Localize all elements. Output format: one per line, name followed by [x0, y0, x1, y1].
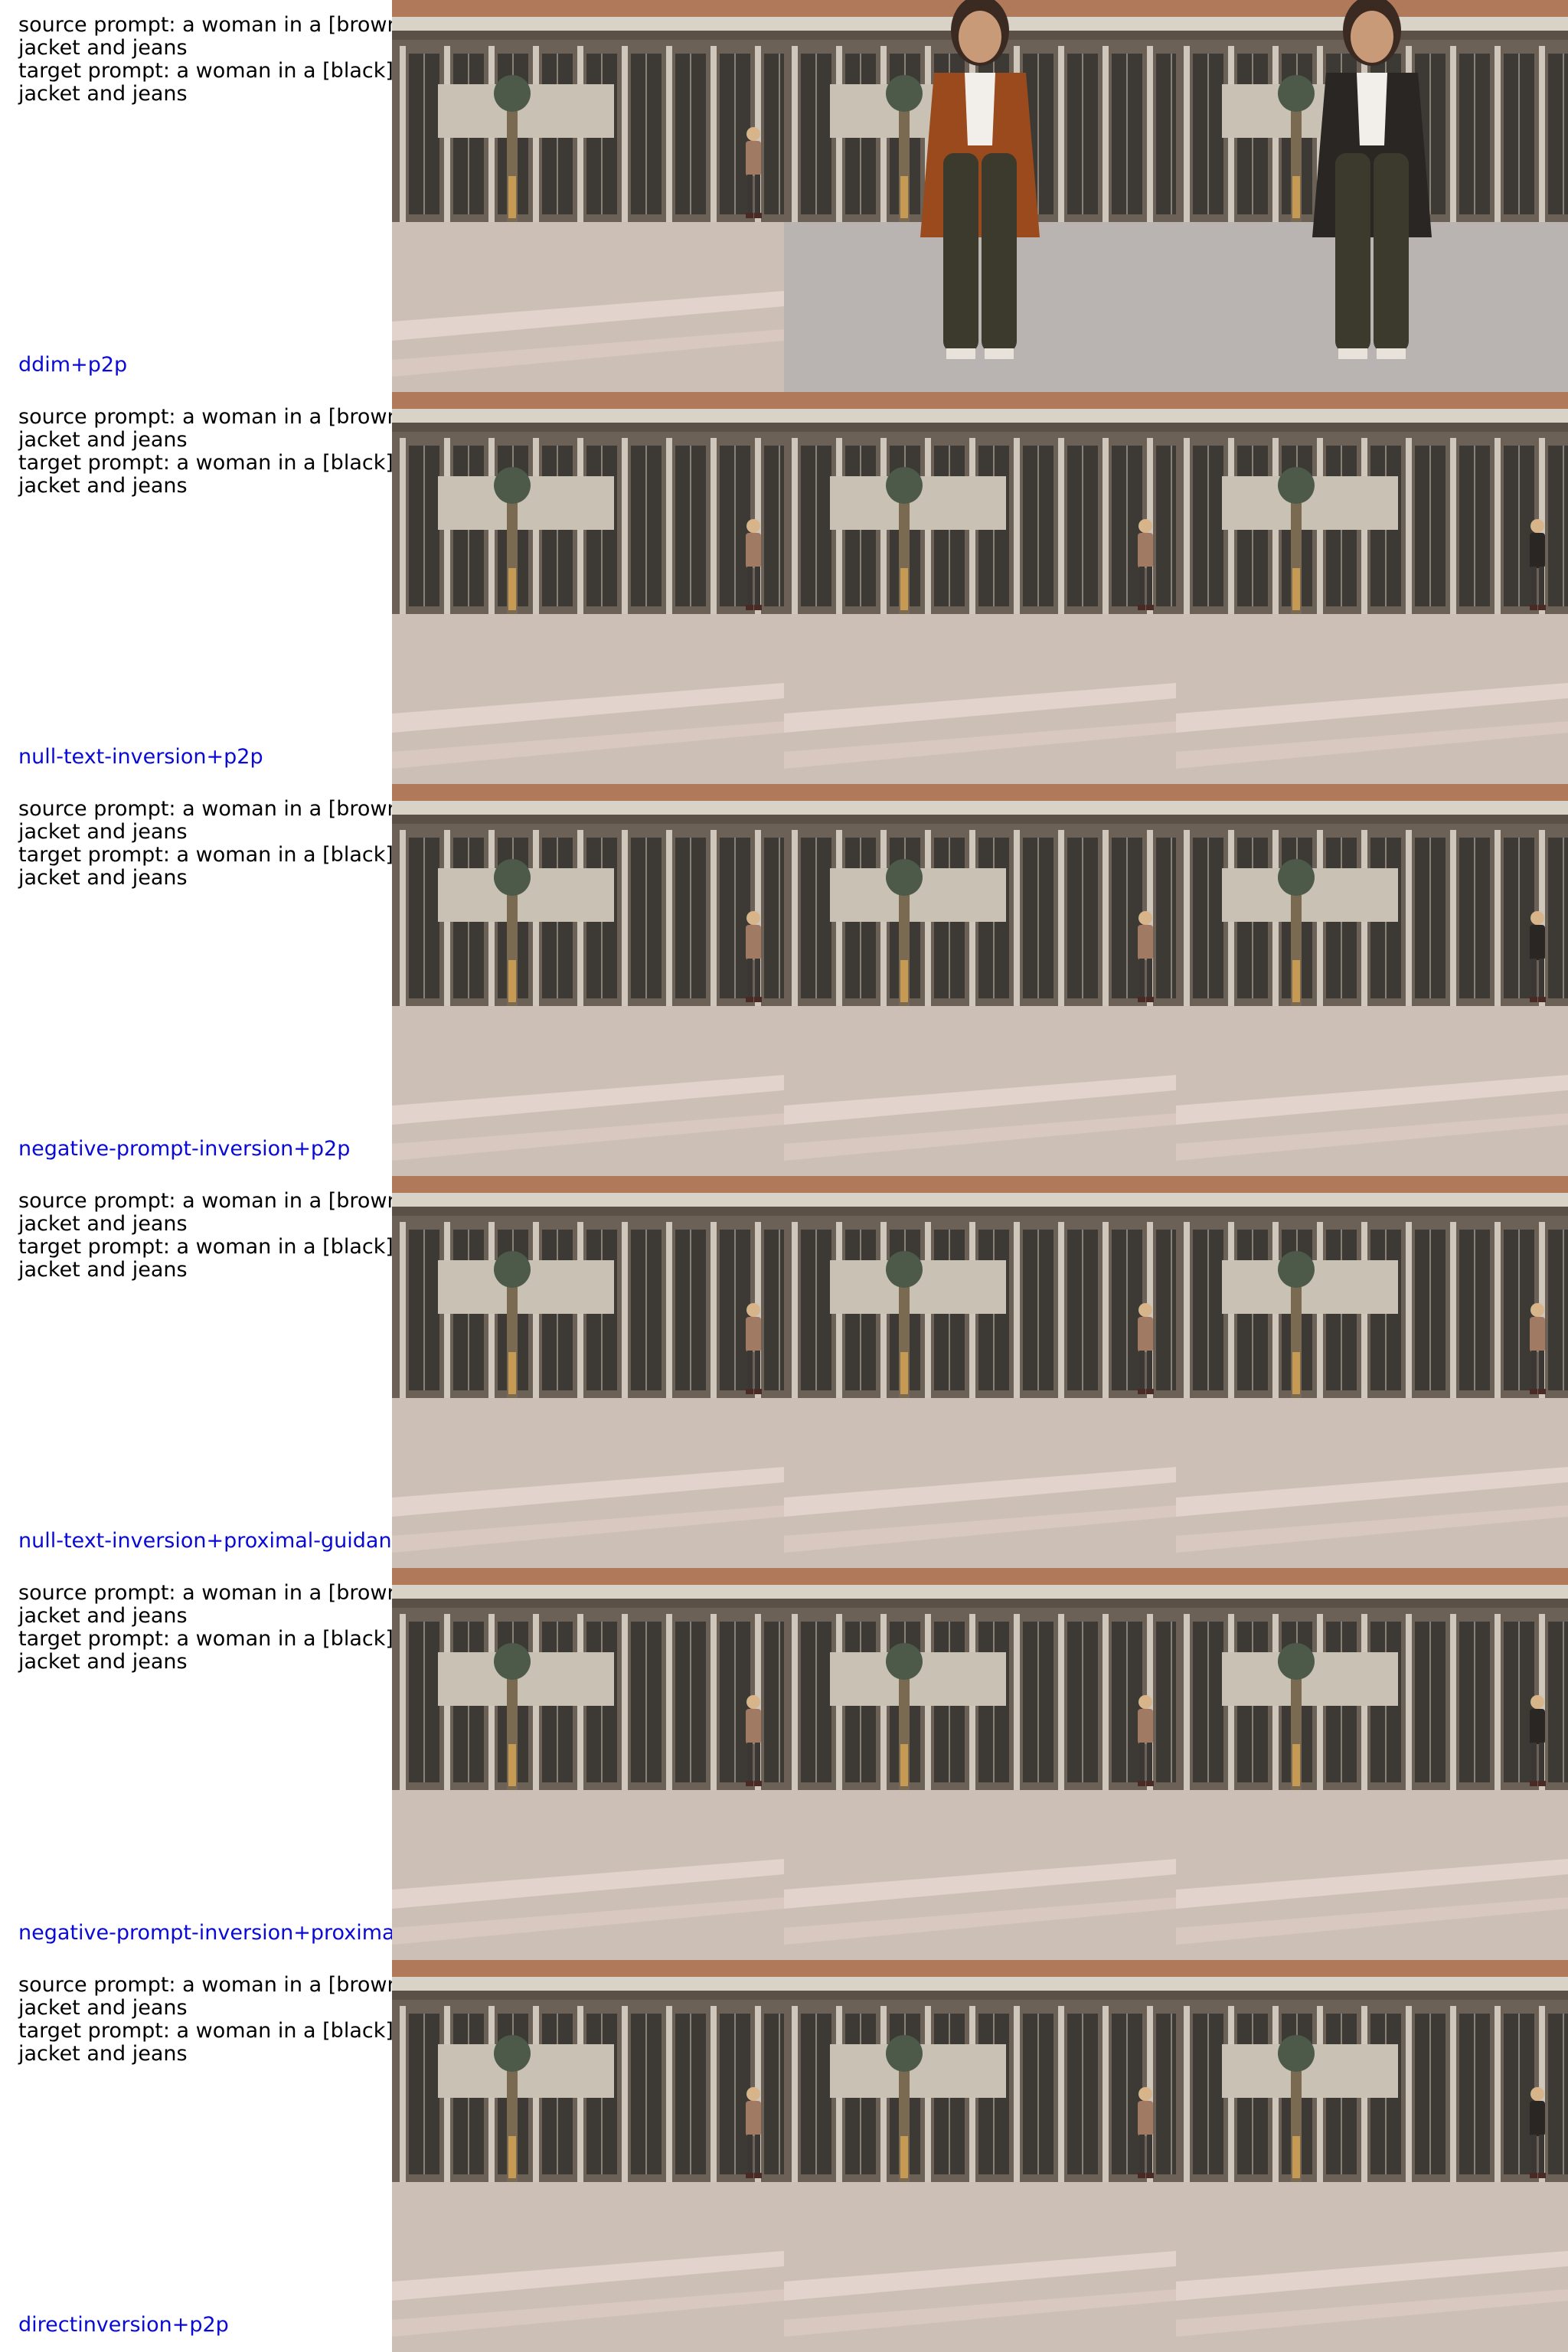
method-label: negative-prompt-inversion+p2p	[18, 1137, 351, 1161]
method-label: directinversion+p2p	[18, 2313, 229, 2337]
prompt-text: source prompt: a woman in a [brown] jack…	[18, 405, 392, 498]
source-prompt-line2: jacket and jeans	[18, 428, 188, 452]
method-row: source prompt: a woman in a [brown] jack…	[0, 1960, 1568, 2352]
reconstruction-image	[784, 784, 1176, 1176]
reconstruction-image	[784, 392, 1176, 784]
source-image	[392, 784, 784, 1176]
row-caption: source prompt: a woman in a [brown] jack…	[0, 0, 392, 392]
edited-image	[1176, 0, 1568, 392]
target-prompt-line2: jacket and jeans	[18, 474, 188, 498]
method-row: source prompt: a woman in a [brown] jack…	[0, 392, 1568, 784]
source-image	[392, 1960, 784, 2352]
target-prompt-line1: target prompt: a woman in a [black]	[18, 59, 392, 83]
source-image	[392, 1176, 784, 1568]
prompt-text: source prompt: a woman in a [brown] jack…	[18, 797, 392, 890]
prompt-text: source prompt: a woman in a [brown] jack…	[18, 13, 392, 106]
method-label: ddim+p2p	[18, 353, 128, 377]
reconstruction-image	[784, 1176, 1176, 1568]
row-caption: source prompt: a woman in a [brown] jack…	[0, 1568, 392, 1960]
source-prompt-line1: source prompt: a woman in a [brown]	[18, 1973, 392, 1997]
comparison-grid: source prompt: a woman in a [brown] jack…	[0, 0, 1568, 2352]
source-prompt-line1: source prompt: a woman in a [brown]	[18, 1581, 392, 1605]
reconstruction-image	[784, 0, 1176, 392]
method-row: source prompt: a woman in a [brown] jack…	[0, 1176, 1568, 1568]
source-prompt-line2: jacket and jeans	[18, 1212, 188, 1236]
target-prompt-line1: target prompt: a woman in a [black]	[18, 843, 392, 867]
target-prompt-line1: target prompt: a woman in a [black]	[18, 451, 392, 475]
edited-image	[1176, 784, 1568, 1176]
method-label: null-text-inversion+p2p	[18, 745, 263, 769]
reconstruction-image	[784, 1568, 1176, 1960]
target-prompt-line2: jacket and jeans	[18, 866, 188, 890]
target-prompt-line2: jacket and jeans	[18, 1650, 188, 1674]
source-prompt-line1: source prompt: a woman in a [brown]	[18, 13, 392, 37]
edited-image	[1176, 1176, 1568, 1568]
target-prompt-line1: target prompt: a woman in a [black]	[18, 2019, 392, 2043]
prompt-text: source prompt: a woman in a [brown] jack…	[18, 1581, 392, 1674]
target-prompt-line2: jacket and jeans	[18, 1258, 188, 1282]
source-prompt-line1: source prompt: a woman in a [brown]	[18, 797, 392, 821]
prompt-text: source prompt: a woman in a [brown] jack…	[18, 1189, 392, 1282]
edited-image	[1176, 1960, 1568, 2352]
prompt-text: source prompt: a woman in a [brown] jack…	[18, 1973, 392, 2066]
source-image	[392, 392, 784, 784]
method-label: null-text-inversion+proximal-guidance	[18, 1529, 392, 1553]
row-caption: source prompt: a woman in a [brown] jack…	[0, 392, 392, 784]
target-prompt-line2: jacket and jeans	[18, 2042, 188, 2066]
method-row: source prompt: a woman in a [brown] jack…	[0, 0, 1568, 392]
method-row: source prompt: a woman in a [brown] jack…	[0, 784, 1568, 1176]
source-prompt-line2: jacket and jeans	[18, 36, 188, 60]
edited-image	[1176, 1568, 1568, 1960]
source-prompt-line2: jacket and jeans	[18, 820, 188, 844]
edited-image	[1176, 392, 1568, 784]
method-row: source prompt: a woman in a [brown] jack…	[0, 1568, 1568, 1960]
target-prompt-line1: target prompt: a woman in a [black]	[18, 1235, 392, 1259]
row-caption: source prompt: a woman in a [brown] jack…	[0, 1960, 392, 2352]
source-image	[392, 1568, 784, 1960]
target-prompt-line2: jacket and jeans	[18, 82, 188, 106]
source-prompt-line2: jacket and jeans	[18, 1996, 188, 2020]
source-prompt-line1: source prompt: a woman in a [brown]	[18, 1189, 392, 1213]
reconstruction-image	[784, 1960, 1176, 2352]
source-image	[392, 0, 784, 392]
source-prompt-line2: jacket and jeans	[18, 1604, 188, 1628]
method-label: negative-prompt-inversion+proximal-g	[18, 1921, 392, 1945]
row-caption: source prompt: a woman in a [brown] jack…	[0, 1176, 392, 1568]
source-prompt-line1: source prompt: a woman in a [brown]	[18, 405, 392, 429]
row-caption: source prompt: a woman in a [brown] jack…	[0, 784, 392, 1176]
target-prompt-line1: target prompt: a woman in a [black]	[18, 1627, 392, 1651]
